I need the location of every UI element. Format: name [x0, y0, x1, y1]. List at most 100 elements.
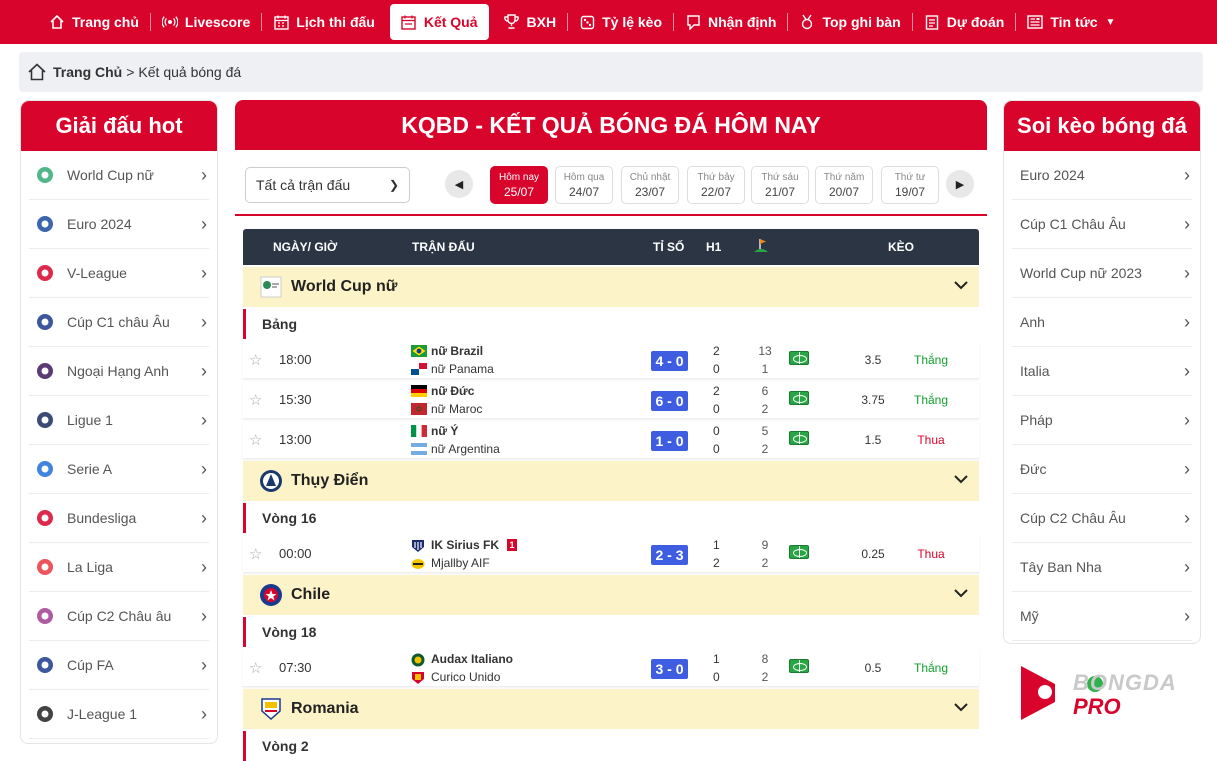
league-logo-icon: [33, 359, 57, 383]
score-badge[interactable]: 3 - 0: [651, 659, 688, 679]
col-match: TRẬN ĐẤU: [412, 240, 475, 254]
date-tab[interactable]: Thứ bảy 22/07: [687, 166, 745, 204]
away-team-name: nữ Argentina: [431, 442, 500, 456]
match-filter-select[interactable]: Tất cả trận đấu ❯: [245, 167, 410, 203]
chevron-right-icon: ›: [1184, 458, 1190, 479]
pitch-icon[interactable]: [789, 391, 809, 405]
nav-news[interactable]: Tin tức ▼: [1016, 0, 1126, 44]
home-icon: [49, 14, 65, 30]
date-tab-date: 21/07: [764, 185, 796, 199]
sidebar-item-tips[interactable]: Pháp ›: [1012, 396, 1192, 445]
breadcrumb-home[interactable]: Trang Chủ: [53, 64, 122, 80]
league-header[interactable]: Thụy Điển: [243, 461, 979, 501]
prev-date-button[interactable]: ◀: [445, 170, 473, 198]
sidebar-item-tips[interactable]: Euro 2024 ›: [1012, 151, 1192, 200]
nav-predictions[interactable]: Dự đoán: [913, 0, 1016, 44]
corners-away: 2: [761, 402, 769, 416]
favorite-star-icon[interactable]: ☆: [249, 431, 262, 449]
sidebar-item-tips[interactable]: Tây Ban Nha ›: [1012, 543, 1192, 592]
score-badge[interactable]: 1 - 0: [651, 431, 688, 451]
home-team-name: nữ Brazil: [431, 344, 484, 358]
score-badge[interactable]: 2 - 3: [651, 545, 688, 565]
date-tab[interactable]: Chủ nhật 23/07: [621, 166, 679, 204]
nav-livescore[interactable]: Livescore: [151, 0, 261, 44]
nav-top-scorers[interactable]: Top ghi bàn: [788, 0, 911, 44]
chevron-right-icon: ›: [1184, 213, 1190, 234]
away-team[interactable]: nữ Maroc: [411, 402, 482, 416]
hot-leagues-panel: Giải đấu hot World Cup nữ › Euro 2024 › V-Le…: [20, 100, 218, 744]
sidebar-item-tips[interactable]: World Cup nữ 2023 ›: [1012, 249, 1192, 298]
sidebar-item-label: Cúp C1 Châu Âu: [1020, 216, 1126, 232]
favorite-star-icon[interactable]: ☆: [249, 659, 262, 677]
favorite-star-icon[interactable]: ☆: [249, 545, 262, 563]
nav-odds[interactable]: Tỷ lệ kèo: [568, 0, 673, 44]
sidebar-item-league[interactable]: Euro 2024 ›: [29, 200, 209, 249]
away-team[interactable]: Mjallby AIF: [411, 556, 490, 570]
sidebar-item-league[interactable]: Serie A ›: [29, 445, 209, 494]
sidebar-item-league[interactable]: V-League ›: [29, 249, 209, 298]
home-team[interactable]: nữ Brazil: [411, 344, 483, 358]
nav-analysis[interactable]: Nhận định: [674, 0, 787, 44]
match-row[interactable]: ☆ 00:00 IK Sirius FK 1 Mjallby AIF 2 - 3 1 2 9 2 0…: [243, 535, 979, 573]
home-icon[interactable]: [27, 62, 47, 82]
sidebar-item-league[interactable]: Ligue 1 ›: [29, 396, 209, 445]
date-tab[interactable]: Thứ tư 19/07: [881, 166, 939, 204]
date-tab[interactable]: Hôm qua 24/07: [555, 166, 613, 204]
pitch-icon[interactable]: [789, 431, 809, 445]
chevron-right-icon: ›: [1184, 409, 1190, 430]
sidebar-item-league[interactable]: Cúp C1 châu Âu ›: [29, 298, 209, 347]
match-row[interactable]: ☆ 18:00 nữ Brazil nữ Panama 4 - 0 2 0 13 1 3.5 Thắ…: [243, 341, 979, 379]
sidebar-item-tips[interactable]: Anh ›: [1012, 298, 1192, 347]
away-team-flag-icon: [411, 557, 427, 569]
chevron-right-icon: ›: [201, 703, 207, 724]
sidebar-item-league[interactable]: Bundesliga ›: [29, 494, 209, 543]
sidebar-item-league[interactable]: Cúp C2 Châu âu ›: [29, 592, 209, 641]
corners-away: 2: [761, 670, 769, 684]
sidebar-item-label: World Cup nữ 2023: [1020, 265, 1142, 281]
nav-schedule[interactable]: Lịch thi đấu: [262, 0, 386, 44]
away-team[interactable]: Curico Unido: [411, 670, 500, 684]
home-team[interactable]: Audax Italiano: [411, 652, 513, 667]
away-team[interactable]: nữ Panama: [411, 362, 494, 376]
nav-home[interactable]: Trang chủ: [38, 0, 150, 44]
sidebar-item-tips[interactable]: Italia ›: [1012, 347, 1192, 396]
pitch-icon[interactable]: [789, 545, 809, 559]
match-row[interactable]: ☆ 15:30 nữ Đức nữ Maroc 6 - 0 2 0 6 2 3.75 Thắng: [243, 381, 979, 419]
sidebar-item-label: Pháp: [1020, 412, 1053, 428]
away-team[interactable]: nữ Argentina: [411, 442, 500, 456]
home-team[interactable]: IK Sirius FK 1: [411, 538, 518, 552]
col-odds: KÈO: [888, 240, 915, 254]
league-header[interactable]: Romania: [243, 689, 979, 729]
nav-label: Lịch thi đấu: [296, 14, 375, 30]
favorite-star-icon[interactable]: ☆: [249, 391, 262, 409]
league-header[interactable]: World Cup nữ: [243, 267, 979, 307]
sidebar-item-tips[interactable]: Đức ›: [1012, 445, 1192, 494]
sidebar-item-tips[interactable]: Cúp C2 Châu Âu ›: [1012, 494, 1192, 543]
sidebar-item-league[interactable]: Ngoại Hạng Anh ›: [29, 347, 209, 396]
nav-results[interactable]: Kết Quả: [389, 4, 489, 40]
sidebar-item-league[interactable]: World Cup nữ ›: [29, 151, 209, 200]
sidebar-item-league[interactable]: Cúp FA ›: [29, 641, 209, 690]
score-badge[interactable]: 4 - 0: [651, 351, 688, 371]
sidebar-item-tips[interactable]: Cúp C1 Châu Âu ›: [1012, 200, 1192, 249]
score-badge[interactable]: 6 - 0: [651, 391, 688, 411]
date-tab[interactable]: Thứ sáu 21/07: [751, 166, 809, 204]
date-tab[interactable]: Thứ năm 20/07: [815, 166, 873, 204]
pitch-icon[interactable]: [789, 659, 809, 673]
favorite-star-icon[interactable]: ☆: [249, 351, 262, 369]
league-logo-icon: [33, 310, 57, 334]
date-tab[interactable]: Hôm nay 25/07: [490, 166, 548, 204]
sidebar-item-league[interactable]: La Liga ›: [29, 543, 209, 592]
nav-standings[interactable]: BXH: [493, 0, 568, 44]
league-header[interactable]: Chile: [243, 575, 979, 615]
pitch-icon[interactable]: [789, 351, 809, 365]
match-row[interactable]: ☆ 13:00 nữ Ý nữ Argentina 1 - 0 0 0 5 2 1.5 Thua: [243, 421, 979, 459]
sidebar-item-tips[interactable]: Mỹ ›: [1012, 592, 1192, 641]
home-team[interactable]: nữ Ý: [411, 424, 458, 438]
sidebar-item-league[interactable]: J-League 1 ›: [29, 690, 209, 739]
chevron-down-icon: [953, 585, 969, 606]
home-team[interactable]: nữ Đức: [411, 384, 474, 398]
analysis-icon: [685, 14, 701, 30]
next-date-button[interactable]: ▶: [946, 170, 974, 198]
match-row[interactable]: ☆ 07:30 Audax Italiano Curico Unido 3 - 0 1 0 8…: [243, 649, 979, 687]
